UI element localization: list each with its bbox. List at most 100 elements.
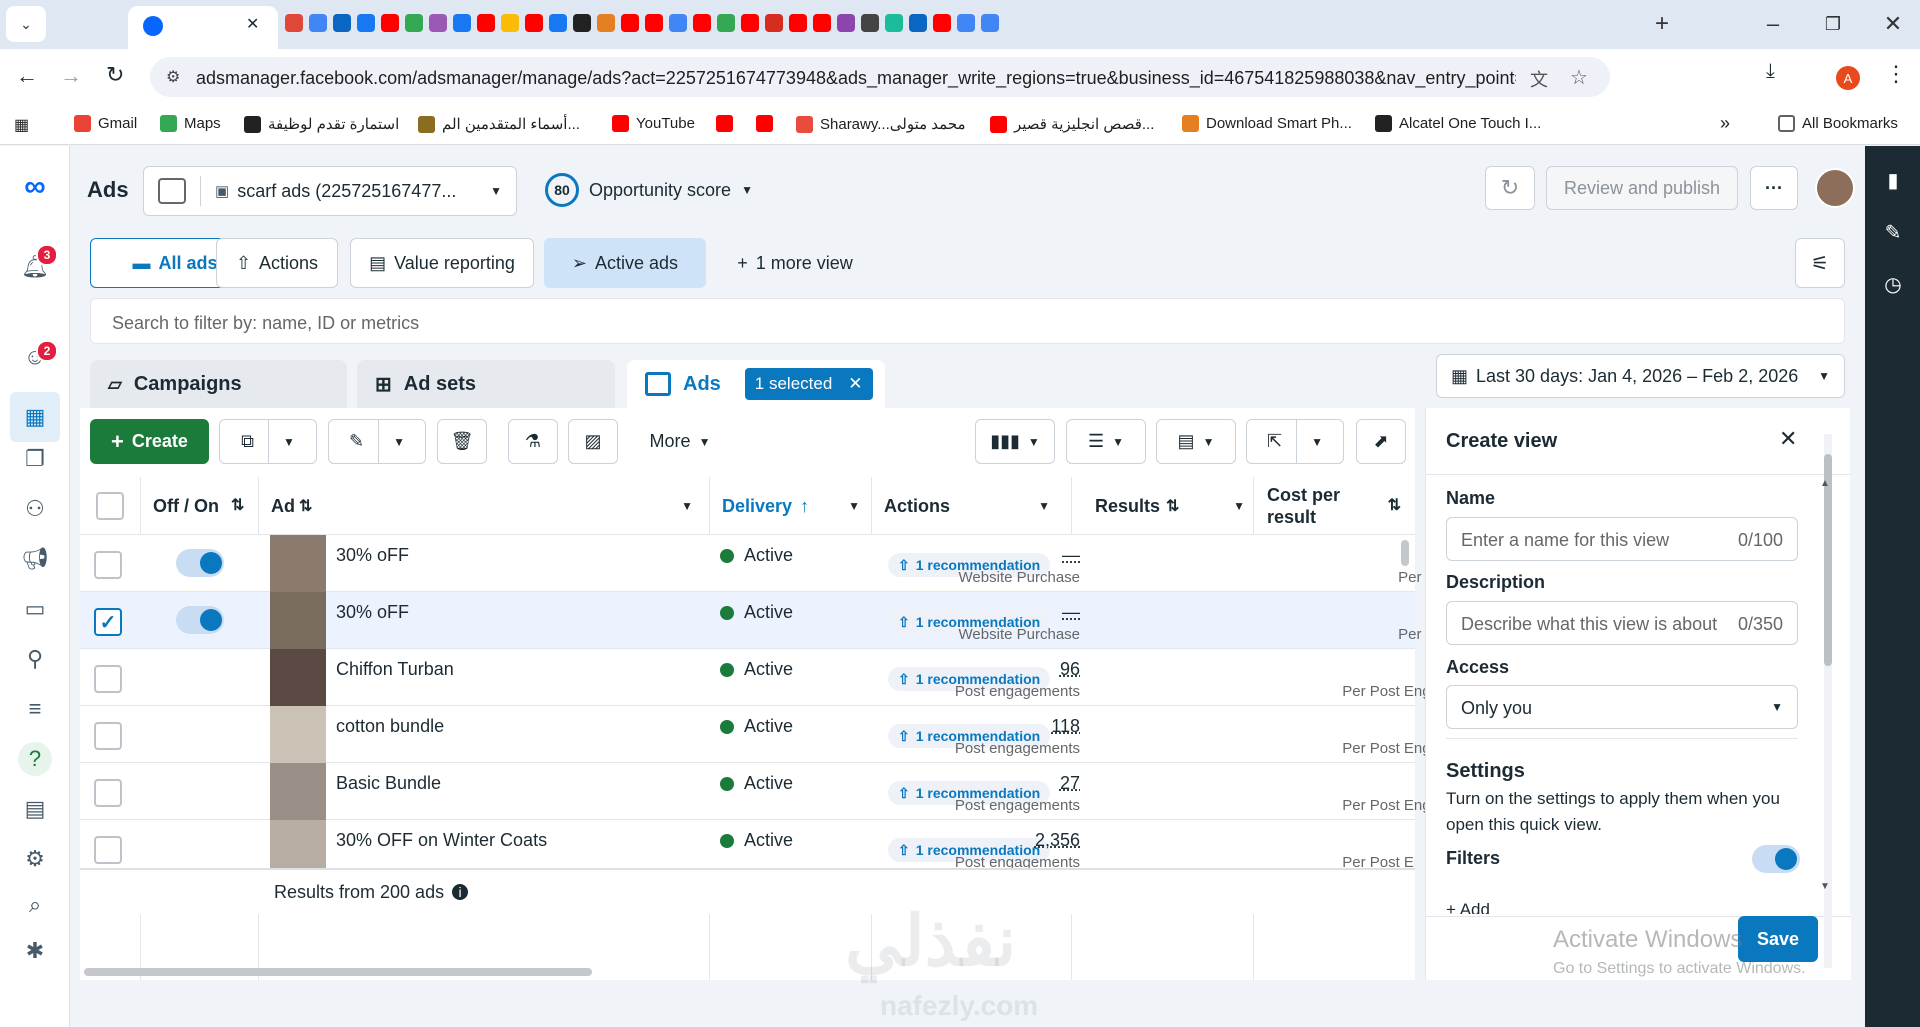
tab-favicon-icon[interactable] (333, 14, 351, 32)
sort-icon[interactable]: ⇅ (1166, 496, 1179, 516)
chevron-down-icon[interactable]: ▼ (681, 499, 693, 513)
tab-campaigns[interactable]: ▱ Campaigns (90, 360, 347, 408)
settings-gear-icon[interactable]: ⚙ (18, 842, 52, 876)
megaphone-icon[interactable]: 📢︎ (18, 542, 52, 576)
columns-button[interactable]: ▮▮▮ ▼ (975, 419, 1055, 464)
edit-pencil-icon[interactable]: ✎ (1881, 220, 1905, 244)
header-ad[interactable]: Ad ⇅ ▼ (271, 477, 705, 535)
help-icon[interactable]: ? (18, 742, 52, 776)
tab-favicon-icon[interactable] (549, 14, 567, 32)
filters-toggle[interactable] (1752, 845, 1800, 873)
apps-grid-icon[interactable]: ▦ (14, 115, 29, 135)
result-value[interactable]: 96 (1060, 659, 1080, 679)
view-tab-value-reporting[interactable]: ▤ Value reporting (350, 238, 534, 288)
ad-thumbnail[interactable] (270, 535, 326, 592)
maximize-icon[interactable]: ❐ (1813, 6, 1853, 42)
menu-lines-icon[interactable]: ≡ (18, 692, 52, 726)
ads-manager-table-icon[interactable]: ▦ (10, 392, 60, 442)
delete-button[interactable]: 🗑︎ (437, 419, 487, 464)
more-actions-button[interactable]: More ▼ (630, 419, 730, 464)
user-avatar[interactable] (1815, 168, 1855, 208)
chevron-right-icon[interactable]: » (1720, 113, 1730, 134)
selected-count-chip[interactable]: 1 selected ✕ (744, 368, 873, 400)
tab-favicon-icon[interactable] (525, 14, 543, 32)
tab-favicon-icon[interactable] (669, 14, 687, 32)
tab-favicon-icon[interactable] (405, 14, 423, 32)
row-checkbox[interactable] (94, 551, 122, 579)
tab-search-icon[interactable]: ⌄ (6, 6, 46, 42)
tab-favicon-icon[interactable] (621, 14, 639, 32)
meta-logo-icon[interactable]: ∞ (18, 170, 52, 204)
tab-favicon-icon[interactable] (597, 14, 615, 32)
bookmark-item[interactable]: Sharawy...محمد متولى (796, 115, 966, 133)
header-actions[interactable]: Actions ▼ (884, 477, 1062, 535)
add-filter-link[interactable]: + Add (1446, 892, 1806, 914)
table-row[interactable]: Chiffon Turban Active ⇧ 1 recommendation 96 P… (80, 649, 1489, 706)
view-tab-1-more-view[interactable]: +1 more view (720, 238, 870, 288)
save-view-button[interactable]: Save (1738, 916, 1818, 962)
view-description-input[interactable]: Describe what this view is about 0/350 (1446, 601, 1798, 645)
result-value[interactable]: 27 (1060, 773, 1080, 793)
bookmark-item[interactable]: قصص انجليزية قصير... (990, 115, 1154, 133)
back-arrow-icon[interactable]: ← (16, 63, 38, 89)
translate-icon[interactable]: 文 (1530, 66, 1548, 92)
tab-favicon-icon[interactable] (357, 14, 375, 32)
table-row[interactable]: 30% OFF on Winter Coats Active ⇧ 1 recommen… (80, 820, 1415, 869)
scroll-up-arrow-icon[interactable]: ▲ (1820, 478, 1830, 489)
bookmark-item[interactable]: استمارة تقدم لوظيفة (244, 115, 399, 133)
horizontal-scrollbar[interactable] (84, 968, 592, 976)
bookmark-item[interactable]: YouTube (612, 115, 695, 132)
tab-favicon-icon[interactable] (933, 14, 951, 32)
ad-on-off-toggle[interactable] (176, 549, 224, 577)
all-bookmarks[interactable]: All Bookmarks (1778, 115, 1898, 132)
search-filter-input[interactable]: Search to filter by: name, ID or metrics (90, 298, 1845, 344)
tab-favicon-icon[interactable] (885, 14, 903, 32)
bookmark-item[interactable]: Alcatel One Touch I... (1375, 115, 1541, 132)
header-delivery[interactable]: Delivery ↑ ▼ (722, 477, 870, 535)
result-value[interactable]: 118 (1051, 716, 1080, 736)
creative-button[interactable]: ▨ (568, 419, 618, 464)
tab-favicon-icon[interactable] (693, 14, 711, 32)
select-all-checkbox[interactable] (96, 492, 124, 520)
view-settings-sliders-icon[interactable]: ⚟ (1795, 238, 1845, 288)
bookmark-item[interactable]: Maps (160, 115, 221, 132)
site-info-icon[interactable]: ⚙ (166, 67, 180, 87)
ad-name[interactable]: 30% OFF on Winter Coats (336, 830, 547, 851)
bookmark-item[interactable]: Download Smart Ph... (1182, 115, 1352, 132)
charts-icon[interactable]: ▮ (1881, 168, 1905, 192)
tab-favicon-icon[interactable] (573, 14, 591, 32)
bug-report-icon[interactable]: ✱ (18, 934, 52, 968)
tab-favicon-icon[interactable] (741, 14, 759, 32)
history-clock-icon[interactable]: ◷ (1881, 272, 1905, 296)
bookmark-star-icon[interactable]: ☆ (1570, 65, 1588, 90)
row-checkbox[interactable] (94, 722, 122, 750)
address-bar[interactable]: ⚙ adsmanager.facebook.com/adsmanager/man… (150, 57, 1610, 97)
bookmark-item[interactable] (716, 115, 733, 132)
tab-favicon-icon[interactable] (285, 14, 303, 32)
sort-icon[interactable]: ⇅ (1388, 495, 1401, 517)
tab-ad-sets[interactable]: ⊞ Ad sets (357, 360, 615, 408)
browser-menu-icon[interactable]: ⋮ (1885, 61, 1907, 87)
ad-thumbnail[interactable] (270, 763, 326, 820)
vertical-scrollbar[interactable] (1401, 540, 1409, 566)
review-publish-button[interactable]: Review and publish (1546, 166, 1738, 210)
ad-thumbnail[interactable] (270, 706, 326, 763)
chevron-down-icon[interactable]: ▼ (1038, 499, 1050, 513)
ab-test-button[interactable]: ⚗ (508, 419, 558, 464)
active-tab[interactable]: ✕ (128, 6, 278, 49)
edit-button[interactable]: ✎ ▼ (328, 419, 426, 464)
tab-favicon-icon[interactable] (501, 14, 519, 32)
new-tab-button[interactable]: + (1642, 6, 1682, 42)
ad-on-off-toggle[interactable] (176, 606, 224, 634)
view-tab-actions[interactable]: ⇧ Actions (216, 238, 338, 288)
opportunity-score[interactable]: 80 Opportunity score ▼ (545, 173, 753, 207)
header-cost-per-result[interactable]: Cost per result ⇅ (1267, 477, 1411, 535)
account-selector[interactable]: ▣ scarf ads (225725167477... ▼ (143, 166, 517, 216)
info-icon[interactable]: i (452, 884, 469, 900)
header-results[interactable]: Results ⇅ ▼ (1095, 477, 1245, 535)
ad-name[interactable]: cotton bundle (336, 716, 444, 737)
tab-favicon-icon[interactable] (453, 14, 471, 32)
ad-name[interactable]: 30% oFF (336, 602, 409, 623)
date-range-picker[interactable]: ▦ Last 30 days: Jan 4, 2026 – Feb 2, 202… (1436, 354, 1845, 398)
business-icon[interactable]: ⚲ (18, 642, 52, 676)
